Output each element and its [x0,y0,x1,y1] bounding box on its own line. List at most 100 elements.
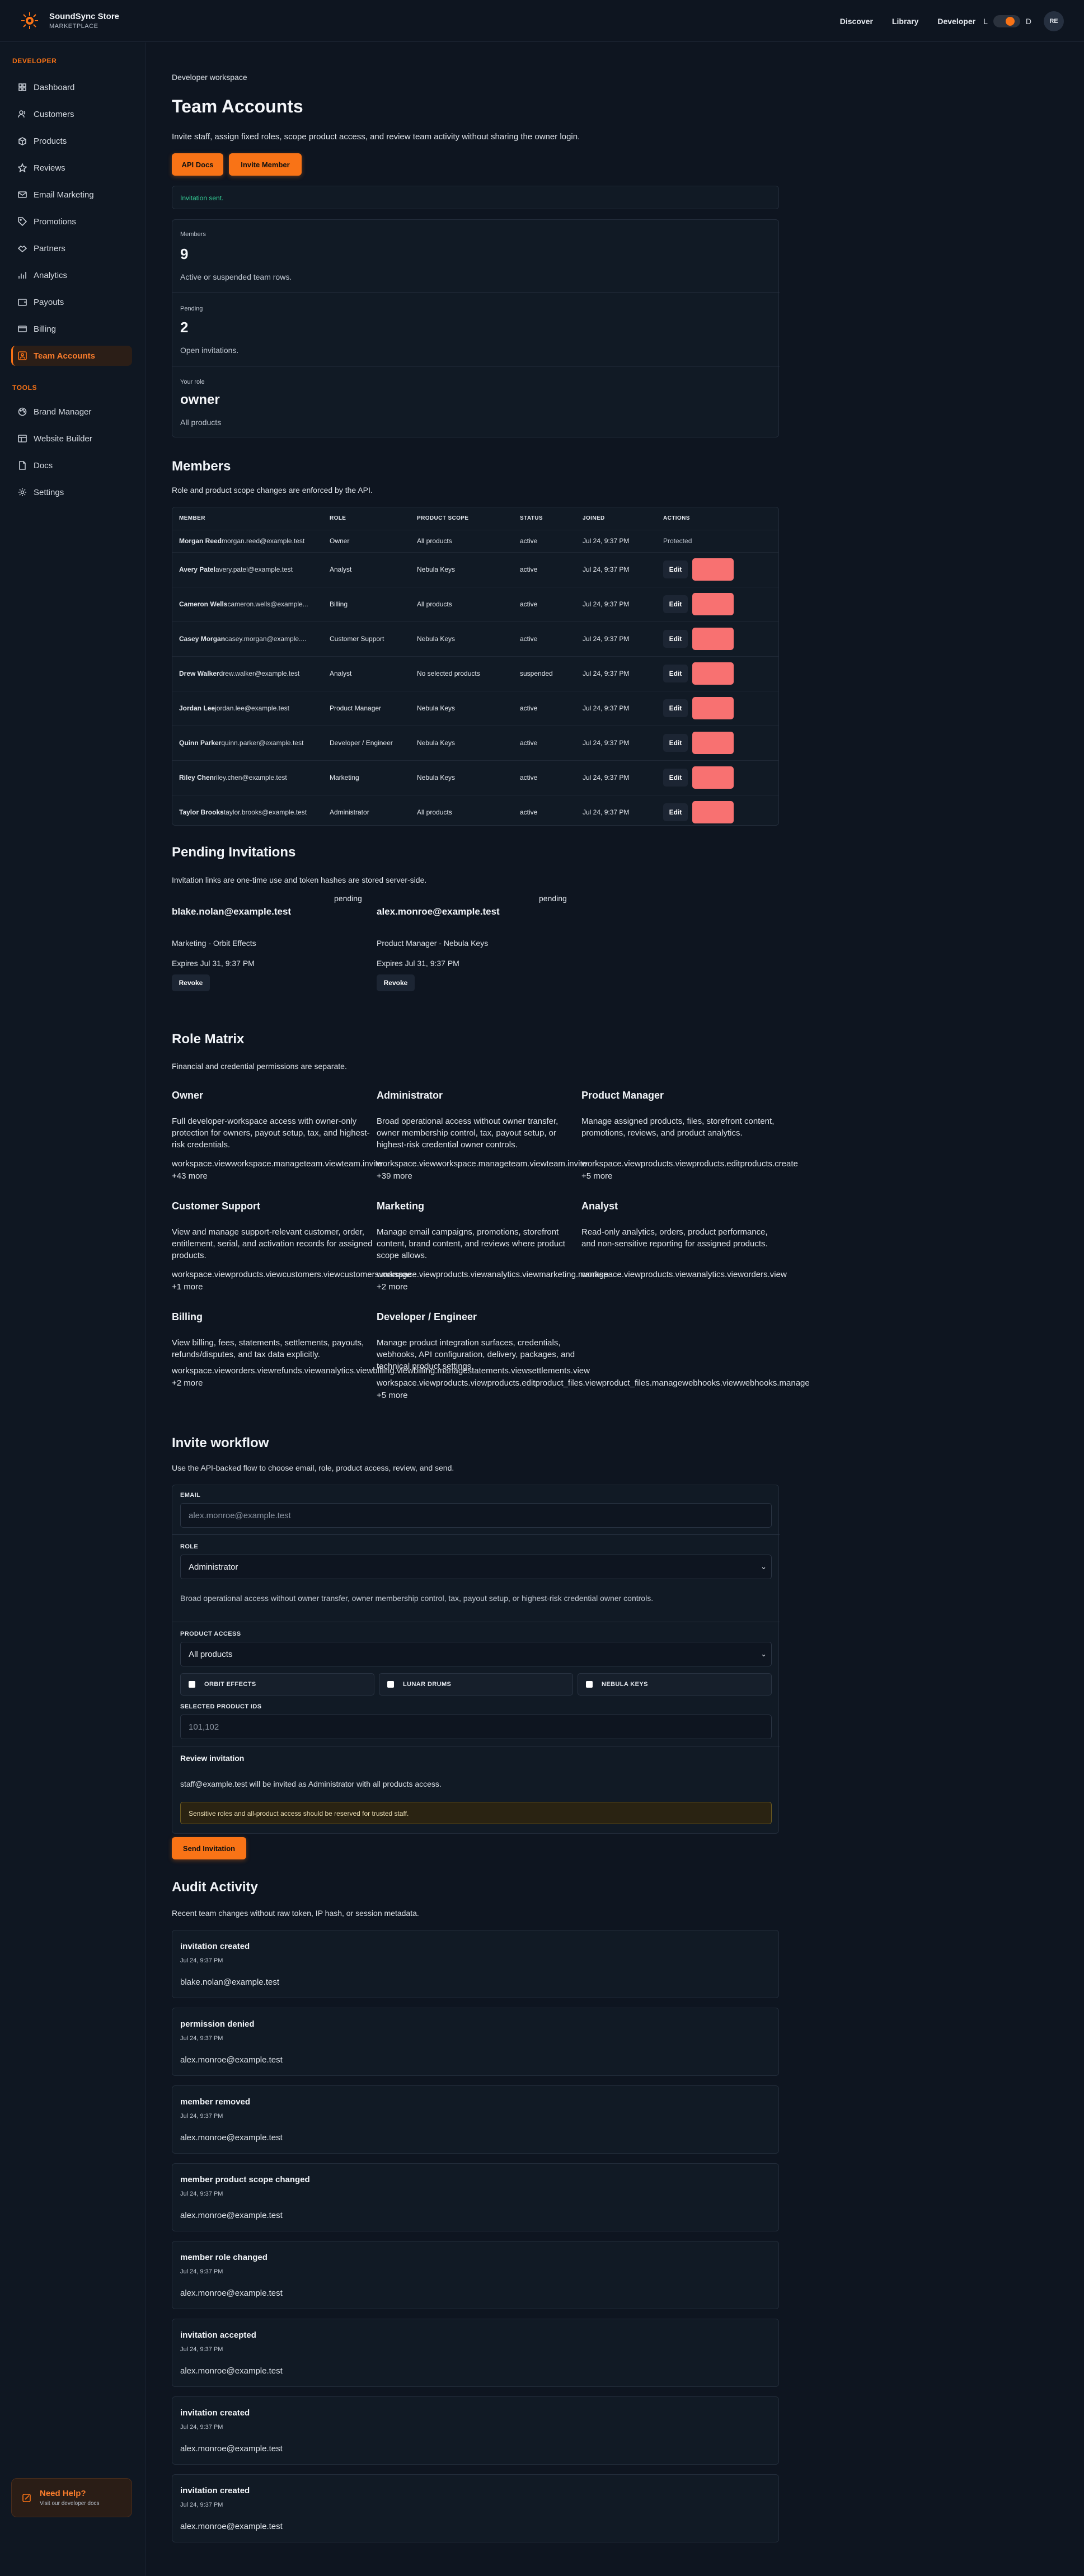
sidebar-item-reviews[interactable]: Reviews [11,158,132,178]
remove-button[interactable] [692,766,734,789]
member-status: active [513,552,576,587]
api-docs-button[interactable]: API Docs [172,153,223,176]
product-checkbox-nebula-keys[interactable]: NEBULA KEYS [578,1673,772,1696]
product-ids-label: SELECTED PRODUCT IDS [180,1703,262,1710]
edit-button[interactable]: Edit [663,699,688,717]
sidebar-item-email-marketing[interactable]: Email Marketing [11,185,132,205]
member-status: active [513,621,576,656]
audit-email: alex.monroe@example.test [180,2444,283,2453]
member-scope: Nebula Keys [410,690,513,726]
nav-discover[interactable]: Discover [840,17,873,26]
audit-entry: member removed Jul 24, 9:37 PM alex.monroe… [172,2085,779,2154]
sidebar-item-label: Settings [34,487,64,497]
edit-button[interactable]: Edit [663,734,688,752]
checkbox-icon[interactable] [189,1681,195,1688]
invitation-expiry: Expires Jul 31, 9:37 PM [377,959,459,968]
role-name: Developer / Engineer [377,1311,477,1322]
audit-event: invitation created [180,2486,250,2495]
audit-time: Jul 24, 9:37 PM [180,1957,223,1964]
edit-button[interactable]: Edit [663,561,688,578]
user-avatar[interactable]: RE [1044,11,1064,31]
member-actions: Edit [656,586,778,621]
member-scope: All products [410,794,513,825]
audit-entry: invitation created Jul 24, 9:37 PM blake.n… [172,1930,779,1998]
audit-time: Jul 24, 9:37 PM [180,2502,223,2508]
page-eyebrow: Developer workspace [172,73,247,82]
nav-library[interactable]: Library [892,17,918,26]
product-access-value: All products [189,1649,233,1659]
remove-button[interactable] [692,732,734,754]
edit-button[interactable]: Edit [663,803,688,822]
remove-button[interactable] [692,593,734,615]
help-card[interactable]: Need Help? Visit our developer docs [11,2478,132,2517]
product-checkbox-orbit-effects[interactable]: ORBIT EFFECTS [180,1673,374,1696]
member-role: Administrator [323,794,410,825]
checkbox-icon[interactable] [387,1681,394,1688]
member-email: avery.patel@example.test [215,566,293,573]
audit-entry: invitation accepted Jul 24, 9:37 PM alex.m… [172,2319,779,2387]
col-header-actions: ACTIONS [663,515,690,522]
invite-form: EMAIL alex.monroe@example.test ROLE Admi… [172,1485,780,1834]
top-header: SoundSync Store MARKETPLACE Discover Lib… [0,0,1084,42]
warning-text: Sensitive roles and all-product access s… [189,1810,409,1817]
product-access-label: PRODUCT ACCESS [180,1631,241,1637]
stat-label: Pending [180,305,203,312]
remove-button[interactable] [692,662,734,685]
sidebar-item-website-builder[interactable]: Website Builder [11,428,132,449]
sidebar-item-analytics[interactable]: Analytics [11,265,132,285]
edit-button[interactable]: Edit [663,630,688,648]
sidebar-item-promotions[interactable]: Promotions [11,211,132,232]
sidebar-item-team-accounts[interactable]: Team Accounts [11,346,132,366]
product-ids-input[interactable]: 101,102 [180,1715,772,1739]
member-status: active [513,725,576,760]
member-name: Riley Chen [179,774,214,781]
sidebar-item-dashboard[interactable]: Dashboard [11,77,132,97]
invite-member-button[interactable]: Invite Member [229,153,302,176]
stat-note: All products [180,418,222,427]
team-icon [18,351,34,360]
product-checkbox-lunar-drums[interactable]: LUNAR DRUMS [379,1673,573,1696]
sidebar-item-label: Payouts [34,297,64,307]
revoke-button[interactable]: Revoke [377,974,415,991]
audit-entry: member role changed Jul 24, 9:37 PM alex.m… [172,2241,779,2309]
brand[interactable]: SoundSync Store MARKETPLACE [20,11,119,30]
edit-button[interactable]: Edit [663,595,688,613]
remove-button[interactable] [692,628,734,650]
gear-icon [18,488,34,497]
role-select[interactable]: Administrator ⌄ [180,1555,772,1579]
revoke-button[interactable]: Revoke [172,974,210,991]
member-cell: Quinn Parkerquinn.parker@example.test [172,725,323,760]
remove-button[interactable] [692,558,734,581]
remove-button[interactable] [692,697,734,719]
sidebar-item-customers[interactable]: Customers [11,104,132,124]
email-input[interactable]: alex.monroe@example.test [180,1503,772,1528]
edit-button[interactable]: Edit [663,769,688,787]
member-cell: Taylor Brookstaylor.brooks@example.test [172,794,323,825]
product-access-select[interactable]: All products ⌄ [180,1642,772,1666]
nav-developer[interactable]: Developer [937,17,975,26]
table-row: Jordan Leejordan.lee@example.test Product… [172,690,778,726]
stat-pending: Pending 2 Open invitations. [172,293,780,366]
edit-button[interactable]: Edit [663,665,688,682]
sidebar-item-brand-manager[interactable]: Brand Manager [11,402,132,422]
sidebar-item-billing[interactable]: Billing [11,319,132,339]
sidebar-item-docs[interactable]: Docs [11,455,132,475]
sidebar-item-payouts[interactable]: Payouts [11,292,132,312]
sidebar-item-settings[interactable]: Settings [11,482,132,502]
sidebar-item-label: Brand Manager [34,407,92,417]
table-header-row: MEMBER ROLE PRODUCT SCOPE STATUS JOINED … [172,507,778,530]
roles-subtitle: Financial and credential permissions are… [172,1062,347,1071]
audit-time: Jul 24, 9:37 PM [180,2191,223,2197]
member-role: Marketing [323,760,410,795]
sidebar-item-products[interactable]: Products [11,131,132,151]
card-icon [18,324,34,333]
role-name: Analyst [581,1200,618,1212]
theme-toggle[interactable] [993,15,1020,27]
send-invitation-button[interactable]: Send Invitation [172,1837,246,1859]
invite-title: Invite workflow [172,1435,269,1451]
remove-button[interactable] [692,801,734,824]
sidebar-item-partners[interactable]: Partners [11,238,132,258]
checkbox-icon[interactable] [586,1681,593,1688]
member-actions: Edit [656,621,778,656]
member-joined: Jul 24, 9:37 PM [576,621,656,656]
